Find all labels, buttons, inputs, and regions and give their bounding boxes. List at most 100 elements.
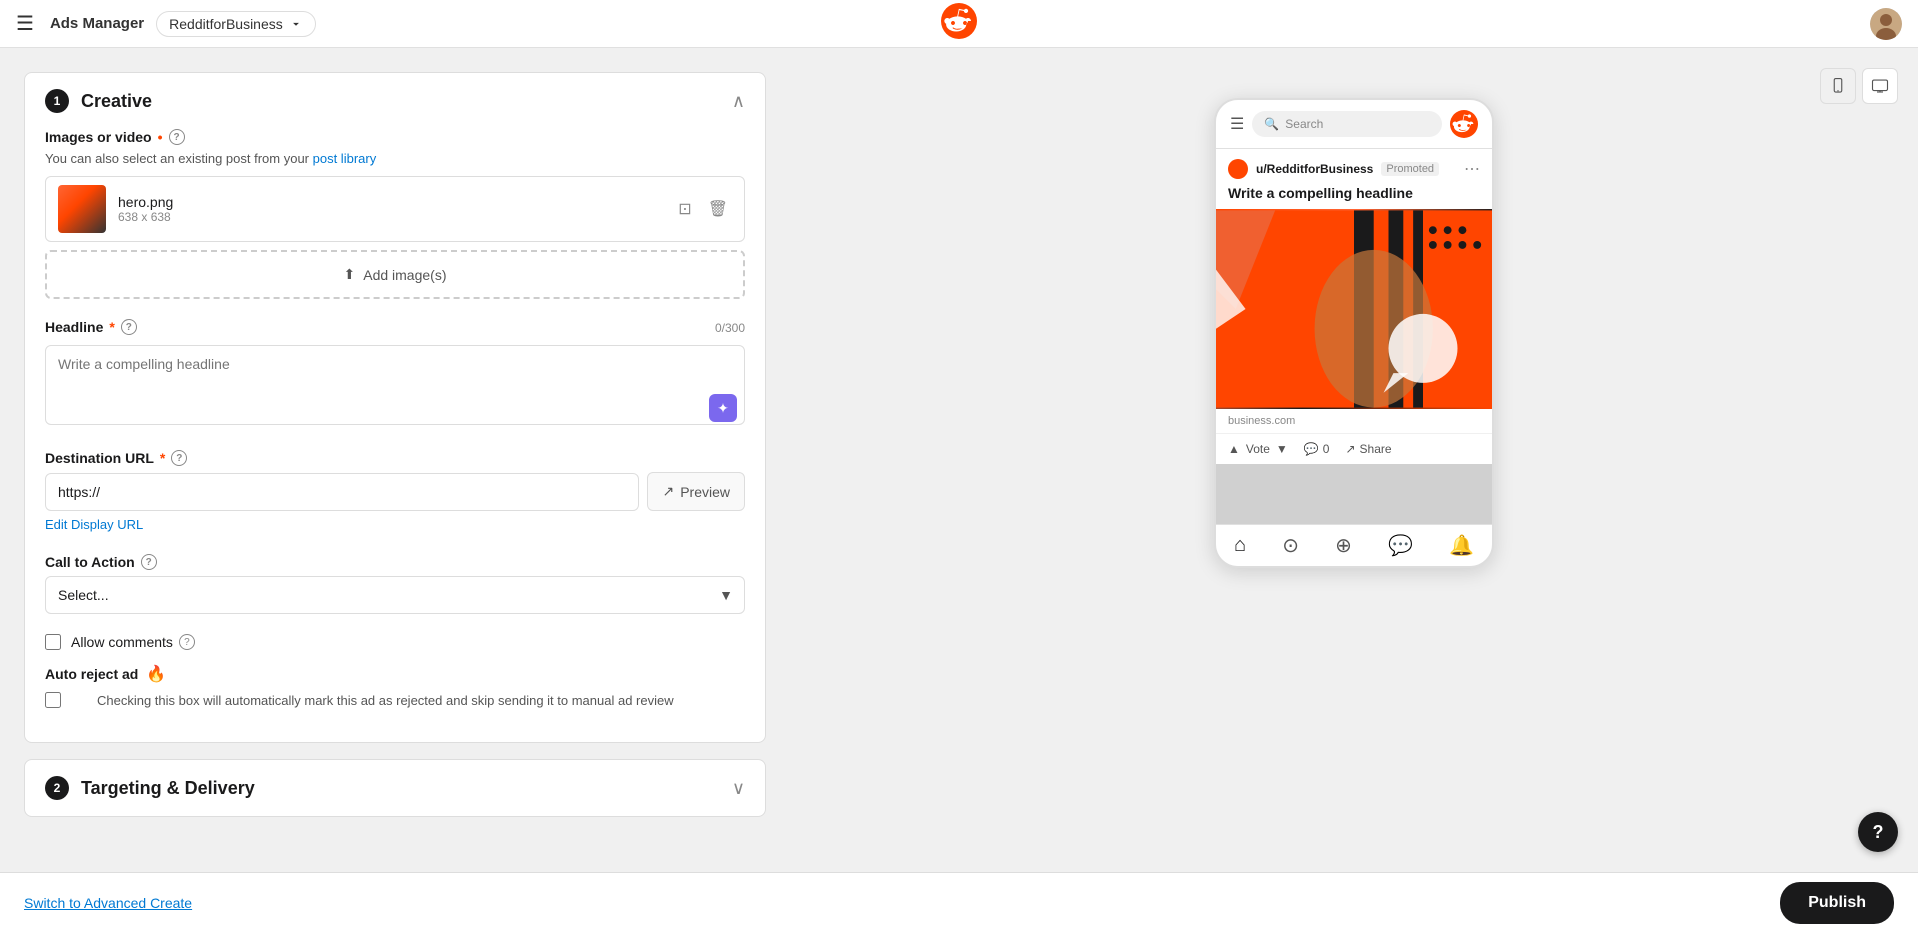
right-panel: ☰ 🔍 Search xyxy=(790,48,1918,872)
edit-display-url-link[interactable]: Edit Display URL xyxy=(45,517,143,532)
ads-manager-label: Ads Manager xyxy=(50,15,144,32)
share-label: Share xyxy=(1360,442,1392,456)
targeting-section-title: Targeting & Delivery xyxy=(81,778,255,799)
post-meta: u/RedditforBusiness Promoted ⋯ xyxy=(1216,149,1492,185)
url-row: ↗ Preview xyxy=(45,472,745,511)
top-nav: ☰ Ads Manager RedditforBusiness xyxy=(0,0,1918,48)
add-image-icon: ⬆ xyxy=(344,266,356,283)
phone-search-bar: 🔍 Search xyxy=(1252,111,1442,137)
help-button[interactable]: ? xyxy=(1858,812,1898,852)
auto-reject-checkbox-row: Checking this box will automatically mar… xyxy=(45,692,745,708)
headline-group: Headline * ? 0/300 ✦ xyxy=(45,319,745,430)
allow-comments-label[interactable]: Allow comments ? xyxy=(71,634,195,650)
subreddit-icon xyxy=(1228,159,1248,179)
auto-reject-section: Auto reject ad 🔥 Checking this box will … xyxy=(45,664,745,708)
user-avatar[interactable] xyxy=(1870,8,1902,40)
auto-reject-label: Auto reject ad xyxy=(45,666,138,682)
phone-explore-icon[interactable]: ⊙ xyxy=(1282,533,1299,558)
phone-header: ☰ 🔍 Search xyxy=(1216,100,1492,149)
preview-toggle xyxy=(1820,68,1898,104)
image-thumbnail xyxy=(58,185,106,233)
phone-preview: ☰ 🔍 Search xyxy=(1214,98,1494,568)
phone-footer-nav: ⌂ ⊙ ⊕ 💬 🔔 xyxy=(1216,524,1492,566)
allow-comments-checkbox[interactable] xyxy=(45,634,61,650)
post-promoted-badge: Promoted xyxy=(1381,162,1439,176)
share-icon: ↗ xyxy=(1345,442,1355,456)
comments-icon: 💬 xyxy=(1304,442,1319,456)
menu-icon[interactable]: ☰ xyxy=(16,11,34,36)
phone-search-icon: 🔍 xyxy=(1264,117,1279,131)
share-action[interactable]: ↗ Share xyxy=(1345,442,1391,456)
post-title: Write a compelling headline xyxy=(1216,185,1492,209)
headline-char-count: 0/300 xyxy=(715,321,745,335)
call-to-action-select-wrapper: Select... ▼ xyxy=(45,576,745,614)
headline-textarea-wrapper: ✦ xyxy=(45,345,745,430)
vote-label: Vote xyxy=(1246,442,1270,456)
targeting-card-header[interactable]: 2 Targeting & Delivery ∨ xyxy=(25,760,765,816)
image-dimensions: 638 x 638 xyxy=(118,210,674,224)
phone-add-icon[interactable]: ⊕ xyxy=(1335,533,1352,558)
phone-reddit-logo xyxy=(1450,110,1478,138)
post-actions: ▲ Vote ▼ 💬 0 ↗ Share xyxy=(1216,433,1492,464)
external-link-icon: ↗ xyxy=(662,483,674,500)
targeting-section-number: 2 xyxy=(45,776,69,800)
images-label: Images or video • ? xyxy=(45,129,745,145)
left-panel: 1 Creative ∧ Images or video • ? You can… xyxy=(0,48,790,872)
mobile-preview-button[interactable] xyxy=(1820,68,1856,104)
image-item: hero.png 638 x 638 ⊡ 🗑 xyxy=(45,176,745,242)
reddit-logo xyxy=(941,3,977,44)
destination-url-info-icon[interactable]: ? xyxy=(171,450,187,466)
post-more-icon[interactable]: ⋯ xyxy=(1464,159,1480,179)
headline-info-icon[interactable]: ? xyxy=(121,319,137,335)
post-image-placeholder xyxy=(1216,209,1492,409)
crop-icon[interactable]: ⊡ xyxy=(674,195,695,223)
publish-button[interactable]: Publish xyxy=(1780,882,1894,924)
targeting-card: 2 Targeting & Delivery ∨ xyxy=(24,759,766,817)
auto-reject-header: Auto reject ad 🔥 xyxy=(45,664,745,684)
upvote-icon[interactable]: ▲ xyxy=(1228,442,1240,456)
phone-content-area xyxy=(1216,464,1492,524)
downvote-icon[interactable]: ▼ xyxy=(1276,442,1288,456)
post-author: u/RedditforBusiness xyxy=(1256,162,1373,176)
switch-to-advanced-link[interactable]: Switch to Advanced Create xyxy=(24,895,192,911)
post-domain: business.com xyxy=(1216,409,1492,433)
targeting-header-left: 2 Targeting & Delivery xyxy=(45,776,255,800)
post-image xyxy=(1216,209,1492,409)
allow-comments-info-icon[interactable]: ? xyxy=(179,634,195,650)
call-to-action-info-icon[interactable]: ? xyxy=(141,554,157,570)
auto-reject-checkbox[interactable] xyxy=(45,692,61,708)
phone-post: u/RedditforBusiness Promoted ⋯ Write a c… xyxy=(1216,149,1492,464)
images-group: Images or video • ? You can also select … xyxy=(45,129,745,299)
headline-textarea[interactable] xyxy=(45,345,745,425)
creative-section-title: Creative xyxy=(81,91,152,112)
post-library-link[interactable]: post library xyxy=(313,151,377,166)
ai-assist-button[interactable]: ✦ xyxy=(709,394,737,422)
fire-icon: 🔥 xyxy=(146,664,166,684)
image-actions: ⊡ 🗑 xyxy=(674,195,732,223)
creative-collapse-icon[interactable]: ∧ xyxy=(732,91,745,112)
add-image-button[interactable]: ⬆ Add image(s) xyxy=(45,250,745,299)
comments-action[interactable]: 💬 0 xyxy=(1304,442,1330,456)
destination-url-input[interactable] xyxy=(45,473,639,511)
auto-reject-desc[interactable]: Checking this box will automatically mar… xyxy=(97,693,674,708)
targeting-collapse-icon[interactable]: ∨ xyxy=(732,778,745,799)
desktop-preview-button[interactable] xyxy=(1862,68,1898,104)
call-to-action-label: Call to Action ? xyxy=(45,554,745,570)
phone-home-icon[interactable]: ⌂ xyxy=(1234,534,1246,557)
vote-action[interactable]: ▲ Vote ▼ xyxy=(1228,442,1288,456)
headline-label: Headline * ? xyxy=(45,319,137,335)
creative-card-header[interactable]: 1 Creative ∧ xyxy=(25,73,765,129)
brand-dropdown[interactable]: RedditforBusiness xyxy=(156,11,316,37)
delete-icon[interactable]: 🗑 xyxy=(704,195,732,223)
preview-url-button[interactable]: ↗ Preview xyxy=(647,472,745,511)
image-info: hero.png 638 x 638 xyxy=(118,194,674,224)
destination-url-group: Destination URL * ? ↗ Preview Edit Displ… xyxy=(45,450,745,534)
allow-comments-row: Allow comments ? xyxy=(45,634,745,650)
image-name: hero.png xyxy=(118,194,674,210)
phone-chat-icon[interactable]: 💬 xyxy=(1388,533,1413,558)
images-info-icon[interactable]: ? xyxy=(169,129,185,145)
images-sublabel: You can also select an existing post fro… xyxy=(45,151,745,166)
call-to-action-select[interactable]: Select... xyxy=(45,576,745,614)
phone-bell-icon[interactable]: 🔔 xyxy=(1449,533,1474,558)
main-container: 1 Creative ∧ Images or video • ? You can… xyxy=(0,48,1918,872)
